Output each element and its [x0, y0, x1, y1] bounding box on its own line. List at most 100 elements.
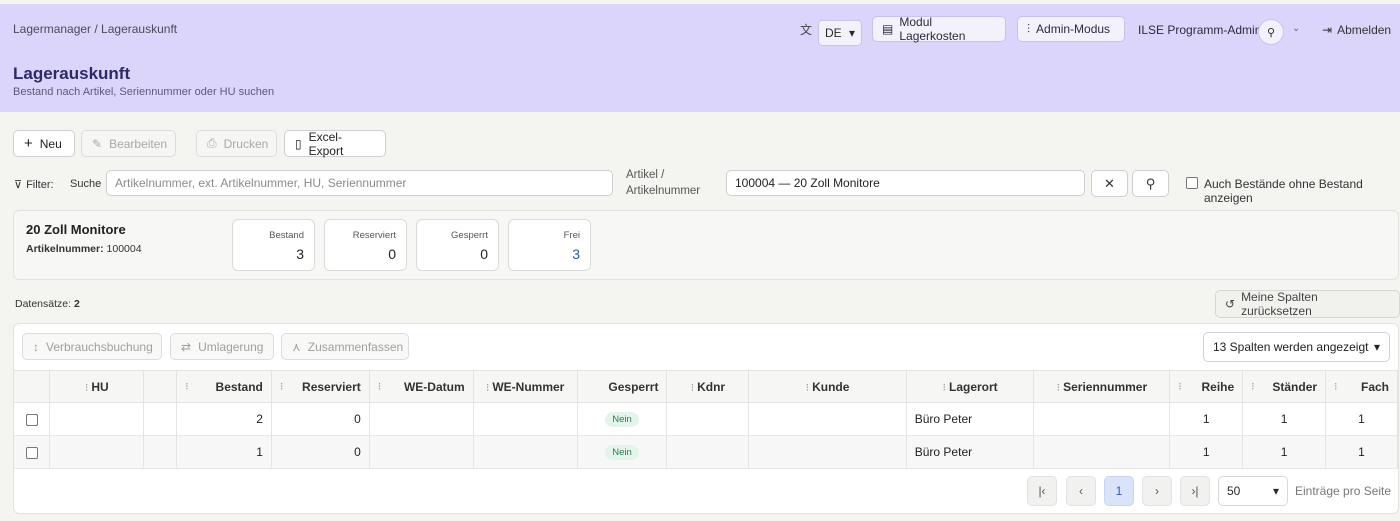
- language-select[interactable]: DE ▾: [818, 20, 862, 46]
- cell-gesperrt: Nein: [577, 402, 668, 436]
- merge-icon: ⋏: [292, 339, 301, 354]
- row-checkbox[interactable]: [25, 413, 38, 426]
- chevron-right-icon: ›: [1155, 484, 1159, 498]
- logout-label: Abmelden: [1337, 23, 1392, 37]
- results-table-card: ↕ Verbrauchsbuchung ⇄ Umlagerung ⋏ Zusam…: [13, 323, 1399, 514]
- chevron-down-icon[interactable]: ⌄: [1292, 23, 1300, 34]
- edit-label: Bearbeiten: [109, 136, 168, 151]
- article-name: 20 Zoll Monitore: [26, 222, 126, 237]
- cell-reserviert: 0: [271, 435, 370, 469]
- stat-value: 3: [572, 246, 580, 262]
- cell-kdnr: [666, 435, 750, 469]
- search-label: Suche: [70, 178, 102, 190]
- article-input[interactable]: 100004 — 20 Zoll Monitore: [726, 170, 1085, 196]
- column-header-reserviert[interactable]: ⁝ Reserviert: [271, 370, 370, 403]
- new-label: Neu: [39, 136, 62, 151]
- stat-label: Bestand: [269, 230, 304, 241]
- table-row[interactable]: 2 0 Nein Büro Peter 1 1 1: [14, 402, 1398, 436]
- edit-button[interactable]: ✎ Bearbeiten: [81, 130, 176, 157]
- admin-mode-button[interactable]: ⫶ Admin-Modus: [1017, 16, 1125, 42]
- stat-gesperrt: Gesperrt 0: [416, 219, 499, 271]
- column-header-we-datum[interactable]: ⁝ WE-Datum: [369, 370, 474, 403]
- cell-lagerort: Büro Peter: [906, 435, 1035, 469]
- columns-toggle-button[interactable]: 13 Spalten werden angezeigt ▾: [1203, 332, 1390, 362]
- results-table: ⁝ HU ⁝ Bestand ⁝ Reserviert ⁝ WE-Datum ⁝ WE-N…: [14, 370, 1398, 469]
- print-label: Drucken: [223, 136, 269, 151]
- column-header-fach[interactable]: ⁝ Fach: [1325, 370, 1398, 403]
- column-header-we-nummer[interactable]: ⁝ WE-Nummer: [473, 370, 578, 403]
- stat-reserviert: Reserviert 0: [324, 219, 407, 271]
- excel-export-button[interactable]: ▯ Excel-Export: [284, 130, 386, 158]
- search-button[interactable]: ⚲: [1132, 170, 1169, 197]
- search-input[interactable]: Artikelnummer, ext. Artikelnummer, HU, S…: [106, 170, 613, 196]
- column-header-seriennummer[interactable]: ⁝ Seriennummer: [1033, 370, 1171, 403]
- column-header-reihe[interactable]: ⁝ Reihe: [1169, 370, 1244, 403]
- clear-article-button[interactable]: ✕: [1091, 170, 1128, 197]
- column-header-lagerort[interactable]: ⁝ Lagerort: [906, 370, 1035, 403]
- records-value: 2: [73, 298, 80, 310]
- merge-button[interactable]: ⋏ Zusammenfassen: [281, 333, 409, 360]
- last-page-button[interactable]: ›|: [1180, 476, 1210, 506]
- article-filter-label: Artikel / Artikelnummer: [626, 169, 701, 197]
- table-row[interactable]: 1 0 Nein Büro Peter 1 1 1: [14, 435, 1398, 469]
- consumption-label: Verbrauchsbuchung: [46, 339, 153, 354]
- column-header-hu[interactable]: ⁝ HU: [49, 370, 145, 403]
- cell-staender: 1: [1242, 402, 1327, 436]
- file-icon: ▯: [295, 136, 302, 151]
- logout-button[interactable]: ⇥ Abmelden: [1322, 23, 1391, 37]
- new-button[interactable]: + Neu: [13, 130, 75, 157]
- cell-hu: [49, 402, 145, 436]
- article-number-label: Artikelnummer:: [26, 243, 104, 255]
- include-empty-checkbox[interactable]: [1186, 177, 1198, 189]
- column-header-blank: [143, 370, 178, 403]
- filter-icon: ⊽: [14, 179, 23, 191]
- cell-bestand: 1: [176, 435, 272, 469]
- prev-page-button[interactable]: ‹: [1066, 476, 1096, 506]
- column-header-bestand[interactable]: ⁝ Bestand: [176, 370, 272, 403]
- per-page-select[interactable]: 50 ▾: [1218, 476, 1288, 506]
- records-count: Datensätze: 2: [15, 298, 80, 310]
- modul-lagerkosten-button[interactable]: ▤ Modul Lagerkosten: [872, 15, 1006, 43]
- page-subtitle: Bestand nach Artikel, Seriennummer oder …: [13, 86, 275, 98]
- transfer-button[interactable]: ⇄ Umlagerung: [170, 333, 274, 360]
- chevron-down-icon: ▾: [848, 26, 855, 40]
- language-value: DE: [825, 26, 842, 40]
- page-button-current[interactable]: 1: [1104, 476, 1134, 506]
- cell-blank: [143, 402, 178, 436]
- stat-frei: Frei 3: [508, 219, 591, 271]
- breadcrumb[interactable]: Lagermanager / Lagerauskunft: [13, 22, 177, 36]
- cell-kdnr: [666, 402, 750, 436]
- column-header-gesperrt[interactable]: Gesperrt: [577, 370, 668, 403]
- per-page-label: Einträge pro Seite: [1295, 484, 1392, 498]
- user-avatar[interactable]: ⚲: [1258, 19, 1284, 45]
- print-button[interactable]: ⎙ Drucken: [196, 130, 277, 157]
- stat-label: Reserviert: [352, 230, 396, 241]
- row-checkbox[interactable]: [25, 446, 38, 459]
- cell-seriennummer: [1033, 435, 1171, 469]
- stat-label: Gesperrt: [451, 230, 488, 241]
- stat-value: 3: [296, 246, 304, 262]
- cell-we-datum: [369, 435, 474, 469]
- column-header-kdnr[interactable]: ⁝ Kdnr: [666, 370, 750, 403]
- filter-text: Filter:: [26, 178, 54, 191]
- page-title: Lagerauskunft: [13, 64, 131, 83]
- select-column-header: [14, 370, 51, 403]
- status-badge: Nein: [605, 445, 639, 460]
- column-header-kunde[interactable]: ⁝ Kunde: [748, 370, 907, 403]
- column-header-staender[interactable]: ⁝ Ständer: [1242, 370, 1327, 403]
- article-summary-card: 20 Zoll Monitore Artikelnummer: 100004 B…: [13, 210, 1399, 280]
- table-header-row: ⁝ HU ⁝ Bestand ⁝ Reserviert ⁝ WE-Datum ⁝ WE-N…: [14, 370, 1398, 403]
- row-select-cell: [14, 402, 51, 436]
- columns-shown-label: 13 Spalten werden angezeigt: [1213, 340, 1369, 354]
- row-select-cell: [14, 435, 51, 469]
- next-page-button[interactable]: ›: [1142, 476, 1172, 506]
- merge-label: Zusammenfassen: [307, 339, 404, 354]
- edit-icon: ✎: [92, 136, 103, 151]
- cell-blank: [143, 435, 178, 469]
- book-icon: ▤: [882, 22, 894, 36]
- first-page-button[interactable]: |‹: [1027, 476, 1057, 506]
- reset-columns-button[interactable]: ↺ Meine Spalten zurücksetzen: [1215, 290, 1400, 318]
- consumption-button[interactable]: ↕ Verbrauchsbuchung: [22, 333, 162, 360]
- arrows-vertical-icon: ↕: [33, 339, 39, 354]
- caret-down-icon: ▾: [1272, 484, 1279, 498]
